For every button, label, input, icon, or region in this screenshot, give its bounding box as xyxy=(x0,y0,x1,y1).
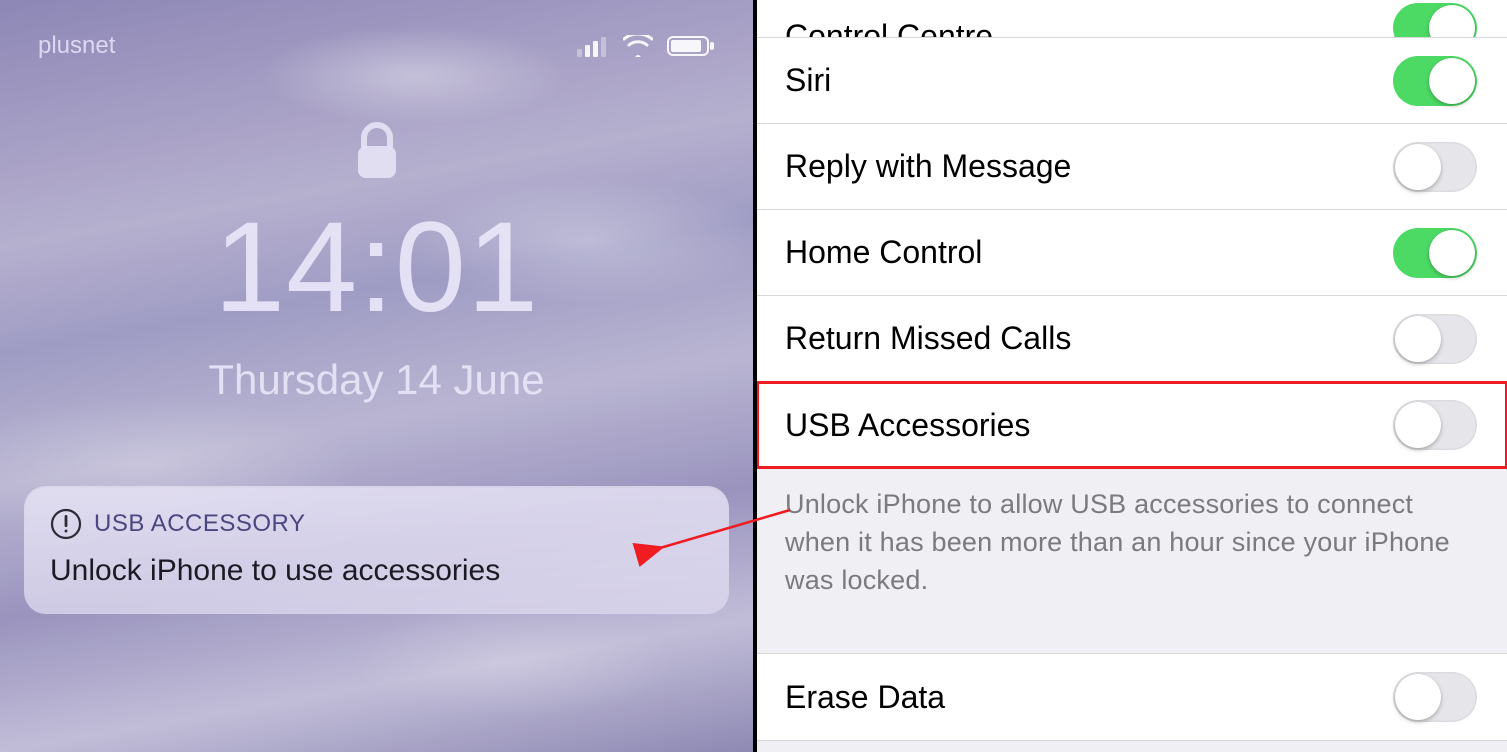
row-reply-with-message[interactable]: Reply with Message xyxy=(757,124,1507,210)
toggle-control-centre[interactable] xyxy=(1393,3,1477,38)
wifi-icon xyxy=(623,35,653,57)
row-label: Home Control xyxy=(785,234,982,271)
toggle-home-control[interactable] xyxy=(1393,228,1477,278)
row-siri[interactable]: Siri xyxy=(757,38,1507,124)
toggle-usb-accessories[interactable] xyxy=(1393,400,1477,450)
usb-accessories-footer: Unlock iPhone to allow USB accessories t… xyxy=(757,468,1507,625)
alert-icon xyxy=(50,508,82,540)
lock-time: 14:01 xyxy=(0,204,753,332)
lock-screen: plusnet xyxy=(0,0,753,752)
row-control-centre[interactable]: Control Centre xyxy=(757,0,1507,38)
toggle-reply-with-message[interactable] xyxy=(1393,142,1477,192)
row-home-control[interactable]: Home Control xyxy=(757,210,1507,296)
status-icons xyxy=(577,35,715,57)
settings-group-allow-access: Control Centre Siri Reply with Message Home… xyxy=(757,0,1507,468)
settings-group-erase: Erase Data xyxy=(757,653,1507,741)
row-label: Reply with Message xyxy=(785,148,1071,185)
row-label: Return Missed Calls xyxy=(785,320,1071,357)
erase-data-footer: Erase all data on this iPhone after 10 f… xyxy=(757,741,1507,752)
row-usb-accessories[interactable]: USB Accessories xyxy=(757,382,1507,468)
row-label: USB Accessories xyxy=(785,407,1030,444)
lock-center: 14:01 Thursday 14 June xyxy=(0,120,753,404)
notification-app-label: USB ACCESSORY xyxy=(94,510,305,538)
toggle-return-missed-calls[interactable] xyxy=(1393,314,1477,364)
toggle-siri[interactable] xyxy=(1393,56,1477,106)
battery-icon xyxy=(667,35,715,57)
row-label: Siri xyxy=(785,62,831,99)
cellular-icon xyxy=(577,35,609,57)
status-bar: plusnet xyxy=(0,32,753,60)
settings-pane: Control Centre Siri Reply with Message Home… xyxy=(757,0,1507,752)
usb-notification[interactable]: USB ACCESSORY Unlock iPhone to use acces… xyxy=(24,486,729,614)
lock-icon xyxy=(354,120,400,182)
row-erase-data[interactable]: Erase Data xyxy=(757,654,1507,740)
notification-message: Unlock iPhone to use accessories xyxy=(50,554,703,588)
toggle-erase-data[interactable] xyxy=(1393,672,1477,722)
notification-header: USB ACCESSORY xyxy=(50,508,703,540)
row-return-missed-calls[interactable]: Return Missed Calls xyxy=(757,296,1507,382)
row-label: Control Centre xyxy=(785,18,993,38)
row-label: Erase Data xyxy=(785,679,945,716)
carrier-label: plusnet xyxy=(38,32,115,60)
lock-date: Thursday 14 June xyxy=(0,356,753,404)
